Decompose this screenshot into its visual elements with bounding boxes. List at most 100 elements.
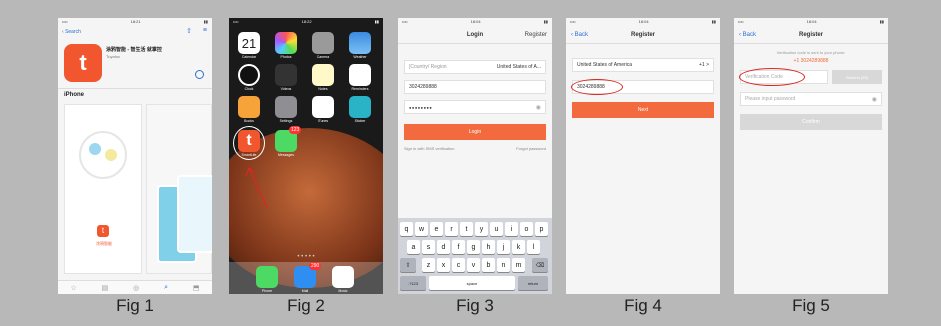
country-value: United States of America (577, 62, 633, 68)
messages-badge: 123 (289, 126, 302, 134)
key-s[interactable]: s (422, 240, 435, 254)
status-bar: •••• 18:04 ▮▮ (570, 19, 716, 24)
instruction-board: •••• 18:21 ▮▮ ‹ Search ⇧ ≡ t 涂鸦智能 - 智生活 就掌… (0, 0, 941, 326)
eye-icon[interactable]: ◉ (872, 96, 877, 103)
categories-tab-icon[interactable]: ▤ (102, 284, 109, 292)
key-v[interactable]: v (467, 258, 480, 272)
region-label: [Country/ Region (409, 64, 447, 70)
tuya-app-icon: t (64, 44, 102, 82)
password-field[interactable]: ●●●●●●●● ◉ (404, 100, 546, 114)
key-g[interactable]: g (467, 240, 480, 254)
appstore-nav: ‹ Search ⇧ ≡ (58, 27, 212, 39)
app-label: Messages (278, 153, 294, 157)
music-icon[interactable] (332, 266, 354, 288)
updates-tab-icon[interactable]: ⬒ (193, 284, 200, 292)
bulb-bubble-icon (105, 149, 117, 161)
password-value: ●●●●●●●● (409, 104, 433, 110)
page-title: Register (630, 31, 655, 38)
shift-key-icon[interactable]: ⇧ (400, 258, 416, 272)
key-l[interactable]: l (527, 240, 540, 254)
clock-icon[interactable] (238, 64, 260, 86)
delete-key-icon[interactable]: ⌫ (532, 258, 548, 272)
key-c[interactable]: c (452, 258, 465, 272)
key-m[interactable]: m (512, 258, 525, 272)
app-label: Music (338, 289, 348, 293)
section-title: iPhone (64, 92, 85, 98)
explore-tab-icon[interactable]: ◎ (133, 284, 139, 292)
featured-tab-icon[interactable]: ☆ (70, 284, 76, 292)
confirm-button[interactable]: Confirm (740, 114, 882, 130)
key-j[interactable]: j (497, 240, 510, 254)
next-button[interactable]: Next (572, 102, 714, 118)
sms-login-link[interactable]: Sign in with SMS verification (404, 146, 454, 151)
back-button[interactable]: ‹ Back (739, 32, 756, 38)
key-b[interactable]: b (482, 258, 495, 272)
key-e[interactable]: e (430, 222, 443, 236)
sticker-icon[interactable] (349, 96, 371, 118)
dock: 290 Phone Mail Music (229, 262, 383, 294)
resend-button[interactable]: Resend (59) (832, 70, 882, 84)
return-key[interactable]: return (518, 276, 548, 290)
photos-icon[interactable] (275, 32, 297, 54)
device-bubble-icon (89, 143, 101, 155)
share-icon[interactable]: ⇧ (186, 27, 192, 35)
key-p[interactable]: p (535, 222, 548, 236)
list-icon[interactable]: ≡ (203, 27, 207, 34)
key-k[interactable]: k (512, 240, 525, 254)
settings-icon[interactable] (275, 96, 297, 118)
eye-icon[interactable]: ◉ (536, 104, 541, 111)
books-icon[interactable] (238, 96, 260, 118)
key-u[interactable]: u (490, 222, 503, 236)
key-q[interactable]: q (400, 222, 413, 236)
weather-icon[interactable] (349, 32, 371, 54)
caption-fig2: Fig 2 (287, 296, 325, 315)
password-field[interactable]: Please input password ◉ (740, 92, 882, 106)
search-tab-icon[interactable]: ⌕ (164, 284, 168, 292)
key-t[interactable]: t (460, 222, 473, 236)
login-button[interactable]: Login (404, 124, 546, 140)
register-link[interactable]: Register (525, 32, 547, 38)
key-i[interactable]: i (505, 222, 518, 236)
phone-icon[interactable] (256, 266, 278, 288)
notes-icon[interactable] (312, 64, 334, 86)
country-field[interactable]: United States of America +1 > (572, 58, 714, 72)
space-key[interactable]: space (429, 276, 515, 290)
navbar: ‹ Back Register (734, 26, 888, 44)
download-icon[interactable] (195, 70, 204, 79)
back-button[interactable]: ‹ Back (571, 32, 588, 38)
key-a[interactable]: a (407, 240, 420, 254)
reminders-icon[interactable] (349, 64, 371, 86)
region-field[interactable]: [Country/ Region United States of A... (404, 60, 546, 74)
phone-field[interactable]: 3024289888 (404, 80, 546, 94)
promo-label: 涂鸦智能 (96, 241, 112, 246)
calendar-icon[interactable]: 21 (238, 32, 260, 54)
fig4-register-screen: •••• 18:04 ▮▮ ‹ Back Register United State… (566, 18, 720, 294)
key-h[interactable]: h (482, 240, 495, 254)
key-y[interactable]: y (475, 222, 488, 236)
mail-badge: 290 (309, 262, 322, 270)
key-w[interactable]: w (415, 222, 428, 236)
tab-bar: ☆ ▤ ◎ ⌕ ⬒ (58, 280, 212, 294)
back-button[interactable]: ‹ Search (62, 29, 81, 35)
caption-fig5: Fig 5 (792, 296, 830, 315)
caption-fig3: Fig 3 (456, 296, 494, 315)
fig2-home-screen: •••• 18:22 ▮▮ 21 Calendar Photos Camera We… (229, 18, 383, 294)
itunes-icon[interactable] (312, 96, 334, 118)
app-developer: TuyaInc (106, 54, 121, 59)
screenshot-promo-1: t 涂鸦智能 (64, 104, 142, 274)
key-f[interactable]: f (452, 240, 465, 254)
camera-icon[interactable] (312, 32, 334, 54)
app-label: Mail (301, 289, 309, 293)
forgot-password-link[interactable]: Forgot password (516, 146, 546, 151)
key-x[interactable]: x (437, 258, 450, 272)
tuya-small-icon: t (97, 225, 109, 237)
key-d[interactable]: d (437, 240, 450, 254)
key-r[interactable]: r (445, 222, 458, 236)
key-n[interactable]: n (497, 258, 510, 272)
numbers-key[interactable]: .?123 (400, 276, 426, 290)
status-bar: •••• 18:04 ▮▮ (738, 19, 884, 24)
key-z[interactable]: z (422, 258, 435, 272)
videos-icon[interactable] (275, 64, 297, 86)
key-o[interactable]: o (520, 222, 533, 236)
screenshot-promo-2 (146, 104, 212, 274)
